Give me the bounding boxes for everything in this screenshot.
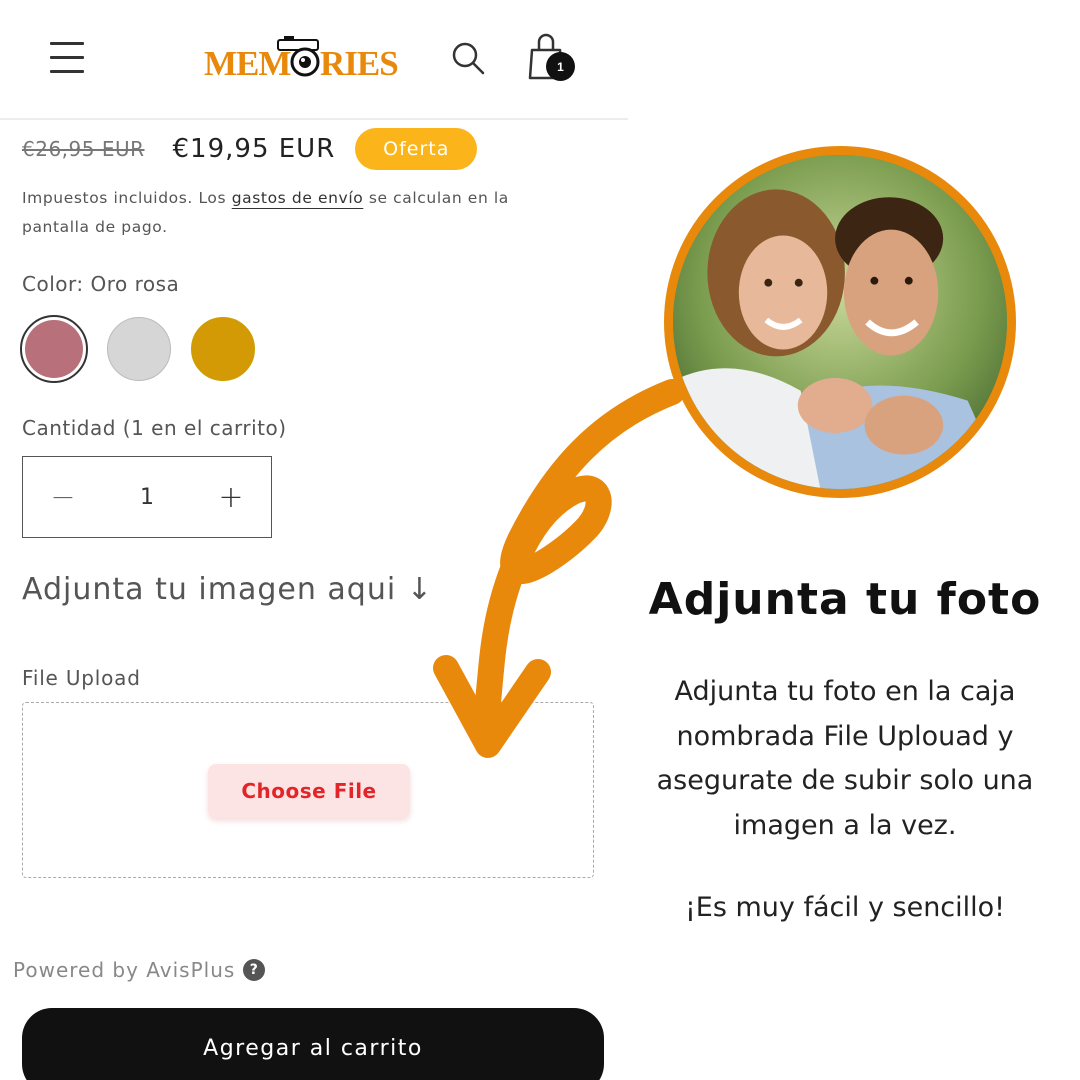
quantity-increase-button[interactable]: + <box>191 457 271 537</box>
quantity-input[interactable] <box>103 457 191 537</box>
file-upload-dropzone[interactable]: Choose File <box>22 702 594 878</box>
site-header: MEM RIES 1 <box>0 0 628 120</box>
sale-price: €19,95 EUR <box>172 134 336 164</box>
shopping-bag-icon[interactable]: 1 <box>524 30 578 84</box>
tax-note: Impuestos incluidos. Los gastos de envío… <box>22 184 582 242</box>
price-row: €26,95 EUR €19,95 EUR Oferta <box>22 128 478 170</box>
promo-closer: ¡Es muy fácil y sencillo! <box>684 892 1006 923</box>
add-to-cart-button[interactable]: Agregar al carrito <box>22 1008 604 1080</box>
regular-price: €26,95 EUR <box>22 137 145 161</box>
promo-title: Adjunta tu foto <box>648 574 1042 625</box>
choose-file-button[interactable]: Choose File <box>208 764 410 818</box>
svg-text:MEM: MEM <box>204 44 291 83</box>
store-logo[interactable]: MEM RIES <box>202 30 412 86</box>
swatch-oro[interactable] <box>191 317 255 381</box>
question-circle-icon[interactable]: ? <box>243 959 266 981</box>
swatch-plata[interactable] <box>107 317 171 381</box>
quantity-stepper: − + <box>22 456 272 538</box>
sale-badge: Oferta <box>355 128 478 170</box>
cart-count-badge: 1 <box>546 52 575 81</box>
hamburger-menu-icon[interactable] <box>50 40 86 74</box>
swatch-oro-rosa[interactable] <box>20 315 88 383</box>
svg-text:RIES: RIES <box>320 44 398 83</box>
color-label: Color: Oro rosa <box>22 272 180 296</box>
attach-image-heading: Adjunta tu imagen aqui ↓ <box>22 572 433 607</box>
powered-by-text: Powered by AvisPlus <box>13 958 236 982</box>
search-icon[interactable] <box>448 38 488 78</box>
promo-instructions: Adjunta tu foto en la caja nombrada File… <box>656 676 1034 841</box>
memories-logo: MEM RIES <box>204 36 399 83</box>
file-upload-label: File Upload <box>22 666 141 690</box>
shipping-link[interactable]: gastos de envío <box>232 189 364 207</box>
powered-by: Powered by AvisPlus ? <box>13 958 266 982</box>
quantity-decrease-button[interactable]: − <box>23 457 103 537</box>
tax-note-prefix: Impuestos incluidos. Los <box>22 189 232 207</box>
product-page: MEM RIES 1 €26,95 EUR €19,95 EUR Oferta <box>0 0 628 1080</box>
couple-photo <box>664 146 1016 498</box>
quantity-label: Cantidad (1 en el carrito) <box>22 416 287 440</box>
